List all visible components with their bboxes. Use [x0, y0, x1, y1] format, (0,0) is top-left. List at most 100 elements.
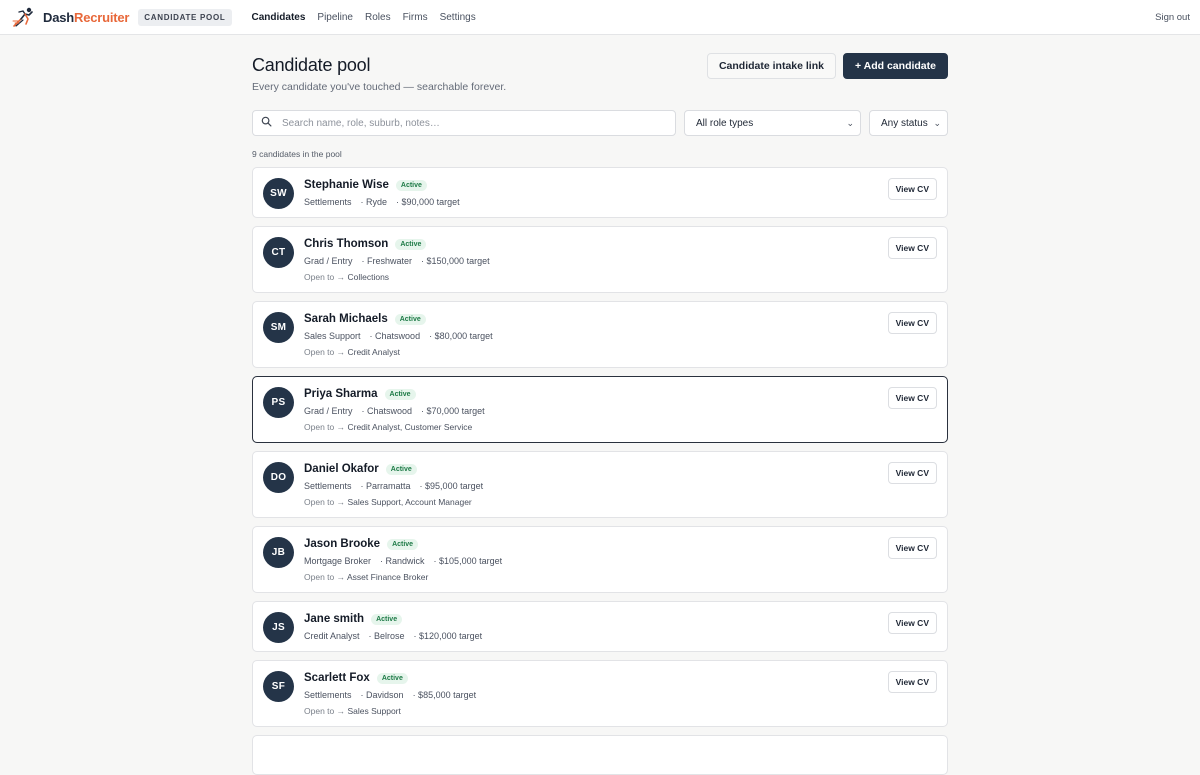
open-to-roles-value: Collections	[347, 272, 390, 282]
candidate-target: · $150,000 target	[421, 256, 490, 266]
view-cv-button[interactable]: View CV	[887, 387, 937, 409]
running-figure-logo-icon	[12, 6, 36, 28]
open-to-roles-value: Sales Support	[347, 706, 401, 716]
candidate-card[interactable]	[252, 735, 948, 775]
candidate-role: Settlements	[304, 481, 352, 491]
candidate-role: Grad / Entry	[304, 256, 353, 266]
open-to-roles: Open to → Credit Analyst	[304, 347, 937, 357]
candidate-meta: Grad / Entry · Chatswood · $70,000 targe…	[304, 406, 937, 416]
add-candidate-button[interactable]: + Add candidate	[842, 53, 948, 79]
open-to-roles: Open to → Credit Analyst, Customer Servi…	[304, 422, 937, 432]
avatar: SM	[263, 312, 294, 343]
candidate-card[interactable]: DO Daniel Okafor Active Settlements · Pa…	[252, 451, 948, 518]
candidate-intake-link-button[interactable]: Candidate intake link	[706, 53, 836, 79]
top-navigation-bar: DashRecruiter CANDIDATE POOL Candidates …	[0, 0, 1200, 35]
status-badge: Active	[384, 388, 416, 400]
candidate-name[interactable]: Sarah Michaels	[304, 313, 388, 325]
candidate-suburb: · Freshwater	[361, 256, 413, 266]
candidate-target: · $90,000 target	[396, 197, 460, 207]
status-badge: Active	[387, 538, 419, 550]
status-badge: Active	[395, 238, 427, 250]
nav-candidates[interactable]: Candidates	[252, 12, 306, 23]
candidate-target: · $120,000 target	[413, 631, 483, 641]
nav-settings[interactable]: Settings	[440, 12, 476, 23]
brand-logo[interactable]: DashRecruiter	[12, 6, 129, 28]
candidate-name[interactable]: Priya Sharma	[304, 388, 378, 400]
status-badge: Active	[385, 463, 417, 475]
role-type-selected-value: All role types	[696, 117, 754, 129]
chevron-down-icon: ⌄	[846, 117, 854, 128]
header-actions: Candidate intake link + Add candidate	[706, 53, 948, 79]
candidate-card[interactable]: SM Sarah Michaels Active Sales Support ·…	[252, 301, 948, 368]
candidate-name[interactable]: Jane smith	[304, 613, 364, 625]
open-to-roles-value: Credit Analyst, Customer Service	[347, 422, 473, 432]
candidate-meta: Grad / Entry · Freshwater · $150,000 tar…	[304, 256, 937, 266]
view-cv-button[interactable]: View CV	[887, 237, 937, 259]
page-header: Candidate pool Every candidate you've to…	[252, 53, 948, 93]
candidate-suburb: · Parramatta	[360, 481, 411, 491]
candidate-suburb: · Belrose	[368, 631, 405, 641]
open-to-label: Open to →	[304, 272, 346, 282]
candidate-suburb: · Davidson	[360, 690, 404, 700]
status-badge: Active	[376, 672, 408, 684]
view-cv-button[interactable]: View CV	[887, 462, 937, 484]
candidate-role: Credit Analyst	[304, 631, 360, 641]
view-cv-button[interactable]: View CV	[887, 612, 937, 634]
status-select[interactable]: Any status ⌄	[869, 110, 948, 136]
view-cv-button[interactable]: View CV	[887, 537, 937, 559]
open-to-roles-value: Asset Finance Broker	[347, 572, 429, 582]
candidate-card[interactable]: SF Scarlett Fox Active Settlements · Dav…	[252, 660, 948, 727]
search-icon	[261, 114, 272, 132]
open-to-roles-value: Credit Analyst	[347, 347, 400, 357]
candidate-card[interactable]: CT Chris Thomson Active Grad / Entry · F…	[252, 226, 948, 293]
brand-name: DashRecruiter	[43, 10, 129, 25]
avatar: JS	[263, 612, 294, 643]
candidate-target: · $105,000 target	[433, 556, 503, 566]
candidate-role: Grad / Entry	[304, 406, 353, 416]
main-content: Candidate pool Every candidate you've to…	[252, 35, 948, 775]
candidate-role: Settlements	[304, 690, 352, 700]
sign-out-link[interactable]: Sign out	[1155, 12, 1190, 23]
avatar: SF	[263, 671, 294, 702]
candidate-meta: Settlements · Davidson · $85,000 target	[304, 690, 937, 700]
nav-pipeline[interactable]: Pipeline	[317, 12, 353, 23]
status-badge: Active	[371, 613, 403, 625]
open-to-roles: Open to → Asset Finance Broker	[304, 572, 937, 582]
candidate-name[interactable]: Jason Brooke	[304, 538, 380, 550]
candidate-meta: Settlements · Ryde · $90,000 target	[304, 197, 937, 207]
role-type-select[interactable]: All role types ⌄	[684, 110, 861, 136]
view-cv-button[interactable]: View CV	[887, 312, 937, 334]
candidate-card[interactable]: SW Stephanie Wise Active Settlements · R…	[252, 167, 948, 218]
candidate-suburb: · Chatswood	[361, 406, 413, 416]
candidate-role: Settlements	[304, 197, 352, 207]
status-badge: Active	[395, 179, 427, 191]
main-nav: Candidates Pipeline Roles Firms Settings	[252, 12, 488, 23]
candidate-name[interactable]: Scarlett Fox	[304, 672, 370, 684]
candidate-target: · $95,000 target	[419, 481, 484, 491]
candidate-card[interactable]: JB Jason Brooke Active Mortgage Broker ·…	[252, 526, 948, 593]
candidate-card-selected[interactable]: PS Priya Sharma Active Grad / Entry · Ch…	[252, 376, 948, 443]
open-to-label: Open to →	[304, 422, 346, 432]
open-to-roles: Open to → Collections	[304, 272, 937, 282]
candidate-name[interactable]: Chris Thomson	[304, 238, 388, 250]
avatar: DO	[263, 462, 294, 493]
candidate-meta: Settlements · Parramatta · $95,000 targe…	[304, 481, 937, 491]
status-badge: Active	[394, 313, 426, 325]
candidate-list: SW Stephanie Wise Active Settlements · R…	[252, 167, 948, 775]
open-to-label: Open to →	[304, 572, 346, 582]
search-input[interactable]	[280, 116, 664, 130]
open-to-roles: Open to → Sales Support	[304, 706, 937, 716]
candidate-meta: Sales Support · Chatswood · $80,000 targ…	[304, 331, 937, 341]
nav-firms[interactable]: Firms	[403, 12, 428, 23]
view-cv-button[interactable]: View CV	[887, 671, 937, 693]
candidate-name[interactable]: Stephanie Wise	[304, 179, 389, 191]
avatar: JB	[263, 537, 294, 568]
open-to-roles-value: Sales Support, Account Manager	[347, 497, 472, 507]
view-cv-button[interactable]: View CV	[887, 178, 937, 200]
search-box[interactable]	[252, 110, 676, 136]
candidate-suburb: · Chatswood	[369, 331, 421, 341]
candidate-card[interactable]: JS Jane smith Active Credit Analyst · Be…	[252, 601, 948, 652]
nav-roles[interactable]: Roles	[365, 12, 391, 23]
candidate-name[interactable]: Daniel Okafor	[304, 463, 379, 475]
candidate-role: Sales Support	[304, 331, 361, 341]
